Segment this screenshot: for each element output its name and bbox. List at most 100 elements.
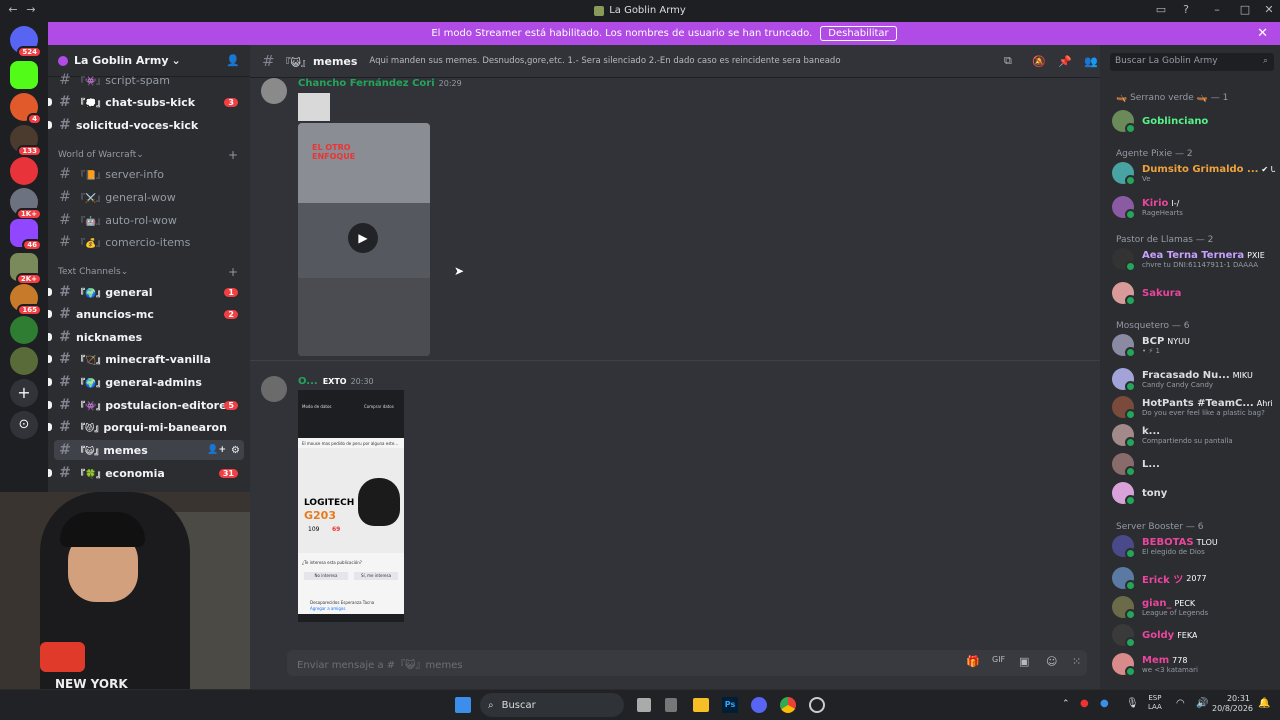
add-server-icon[interactable]: + xyxy=(10,379,38,407)
play-icon[interactable]: ▶ xyxy=(348,223,378,253)
server-la-goblin-army[interactable]: 2K+ xyxy=(10,253,42,285)
phone-screenshot-attachment[interactable]: Modo de datos Comprar datos El mouse mas… xyxy=(298,390,404,622)
invite-icon[interactable]: 👤+ xyxy=(207,445,226,455)
channel-postulacion-editores[interactable]: # 『👾』 postulacion-editores 5 xyxy=(48,395,244,415)
discover-icon[interactable]: ⊙ xyxy=(10,411,38,439)
search-input[interactable]: Buscar La Goblin Army ⌕ xyxy=(1110,53,1274,71)
help-icon[interactable]: ? xyxy=(1179,3,1193,17)
mute-icon[interactable]: 🔕 xyxy=(1032,55,1046,68)
video-attachment[interactable]: EL OTRO ENFOQUE ▶ xyxy=(298,123,430,356)
message-author[interactable]: O... xyxy=(298,376,318,387)
channel-auto-rol-wow[interactable]: # 『🤖』 auto-rol-wow xyxy=(54,210,244,230)
server-8[interactable] xyxy=(10,316,38,344)
gift-icon[interactable]: 🎁 xyxy=(966,655,980,668)
member-item[interactable]: Goblinciano xyxy=(1112,108,1275,134)
threads-icon[interactable]: ⧉ xyxy=(1004,54,1012,68)
author-avatar[interactable] xyxy=(261,376,287,402)
member-item[interactable]: Goldy FEKA xyxy=(1112,622,1275,648)
gear-icon[interactable]: ⚙ xyxy=(231,445,240,456)
language-indicator[interactable]: ESP LAA xyxy=(1148,694,1162,712)
channel-nicknames[interactable]: # nicknames xyxy=(48,327,244,347)
photoshop-icon[interactable]: Ps xyxy=(722,697,738,713)
channel-chat-subs-kick[interactable]: # 『💭』 chat-subs-kick 3 xyxy=(48,92,244,112)
server-7[interactable]: 165 xyxy=(10,284,42,316)
member-item[interactable]: Aea Terna Ternera PXIE chvre tu DNI:611479… xyxy=(1112,246,1275,272)
server-4[interactable] xyxy=(10,157,38,185)
wifi-icon[interactable]: ◠ xyxy=(1176,698,1185,709)
add-channel-icon[interactable]: + xyxy=(228,148,238,162)
message-author[interactable]: Chancho Fernández Cori xyxy=(298,78,435,89)
file-explorer-icon[interactable] xyxy=(693,698,709,712)
clock[interactable]: 20:31 20/8/2026 xyxy=(1212,694,1253,714)
channel-comercio-items[interactable]: # 『💰』 comercio-items xyxy=(54,232,244,252)
forward-arrow-icon[interactable]: → xyxy=(24,3,38,17)
channel-memes[interactable]: # 『😺』 memes 👤+ ⚙ xyxy=(54,440,244,460)
sticker-icon[interactable]: ▣ xyxy=(1019,655,1029,668)
server-9[interactable] xyxy=(10,347,38,375)
channel-anuncios-mc[interactable]: # anuncios-mc 2 xyxy=(48,304,244,324)
channel-solicitud-voces-kick[interactable]: # solicitud-voces-kick xyxy=(48,115,244,135)
notification-icon[interactable]: 🔔 xyxy=(1258,698,1270,709)
member-item[interactable]: tony xyxy=(1112,480,1275,506)
invite-icon[interactable]: 👤 xyxy=(226,54,240,67)
close-window-icon[interactable]: ✕ xyxy=(1262,3,1276,17)
member-item[interactable]: HotPants #TeamC... Ahri Do you ever feel l… xyxy=(1112,394,1275,420)
pin-icon[interactable]: 📌 xyxy=(1058,55,1072,68)
minimize-icon[interactable]: – xyxy=(1210,3,1224,17)
category-text[interactable]: Text Channels ⌄ + xyxy=(58,265,238,279)
server-2[interactable]: 4 xyxy=(10,93,42,125)
inbox-icon[interactable]: ▭ xyxy=(1154,3,1168,17)
discord-taskbar-icon[interactable] xyxy=(751,697,767,713)
message-composer[interactable]: Enviar mensaje a #『😺』memes 🎁 GIF ▣ ☺ ⁙ xyxy=(287,650,1087,676)
member-item[interactable]: k... Compartiendo su pantalla xyxy=(1112,422,1275,448)
channel-minecraft-vanilla[interactable]: # 『🏹』 minecraft-vanilla xyxy=(48,349,244,369)
channel-general[interactable]: # 『🌍』 general 1 xyxy=(48,282,244,302)
channel-script-spam[interactable]: # 『👾』 script-spam xyxy=(54,70,244,90)
author-avatar[interactable] xyxy=(261,78,287,104)
taskbar-search[interactable]: ⌕ Buscar xyxy=(480,693,624,717)
category-wow[interactable]: World of Warcraft ⌄ + xyxy=(58,148,238,162)
apps-icon[interactable]: ⁙ xyxy=(1072,655,1081,668)
volume-icon[interactable]: 🔊 xyxy=(1196,698,1208,709)
server-5[interactable]: 1K+ xyxy=(10,188,42,220)
channel-general-wow[interactable]: # 『⚔️』 general-wow xyxy=(54,187,244,207)
server-kick[interactable] xyxy=(10,61,38,89)
member-item[interactable]: Dumsito Grimaldo ...✔ UC Ve xyxy=(1112,160,1275,186)
task-view-icon[interactable] xyxy=(637,698,651,712)
emoji-icon[interactable]: ☺ xyxy=(1046,655,1057,668)
channel-topic[interactable]: Aqui manden sus memes. Desnudos,gore,etc… xyxy=(369,56,969,66)
windows-start-icon[interactable] xyxy=(455,697,471,713)
member-item[interactable]: Kirio I-/RageHearts xyxy=(1112,194,1275,220)
member-item[interactable]: Sakura xyxy=(1112,280,1275,306)
channel-general-admins[interactable]: # 『🌍』 general-admins xyxy=(48,372,244,392)
server-twitch[interactable]: 46 xyxy=(10,219,42,251)
app-icon[interactable] xyxy=(809,697,825,713)
direct-messages-icon[interactable]: 524 xyxy=(10,26,42,58)
maximize-icon[interactable]: □ xyxy=(1238,3,1252,17)
chrome-icon[interactable] xyxy=(780,697,796,713)
server-3[interactable]: 133 xyxy=(10,125,42,157)
sticker-image[interactable] xyxy=(298,93,330,121)
member-item[interactable]: Mem 778 we <3 katamari xyxy=(1112,651,1275,677)
avatar xyxy=(1112,453,1136,477)
member-list-icon[interactable]: 👥 xyxy=(1084,55,1098,68)
disable-streamer-button[interactable]: Deshabilitar xyxy=(820,26,897,41)
add-channel-icon[interactable]: + xyxy=(228,265,238,279)
app-icon[interactable] xyxy=(665,698,677,712)
gif-icon[interactable]: GIF xyxy=(992,655,1005,664)
tray-icon[interactable]: ● xyxy=(1100,698,1109,709)
back-arrow-icon[interactable]: ← xyxy=(6,3,20,17)
channel-server-info[interactable]: # 『📙』 server-info xyxy=(54,164,244,184)
chevron-up-icon[interactable]: ⌃ xyxy=(1062,699,1070,709)
member-item[interactable]: Erick ツ 2077 xyxy=(1112,565,1275,591)
member-item[interactable]: L... xyxy=(1112,451,1275,477)
channel-economia[interactable]: # 『🍀』 economia 31 xyxy=(48,463,244,483)
member-item[interactable]: Fracasado Nu... MIKU Candy Candy Candy xyxy=(1112,366,1275,392)
member-item[interactable]: gian_ PECK League of Legends xyxy=(1112,594,1275,620)
tray-icon[interactable]: ● xyxy=(1080,698,1089,709)
microphone-icon[interactable]: 🎙 xyxy=(1126,698,1139,709)
close-banner-icon[interactable]: ✕ xyxy=(1257,26,1268,41)
member-item[interactable]: BEBOTAS TLOU El elegido de Dios xyxy=(1112,533,1275,559)
channel-porqui-mi-banearon[interactable]: # 『😾』 porqui-mi-banearon xyxy=(48,417,244,437)
member-item[interactable]: BCP NYUU • ⚡ 1 xyxy=(1112,332,1275,358)
